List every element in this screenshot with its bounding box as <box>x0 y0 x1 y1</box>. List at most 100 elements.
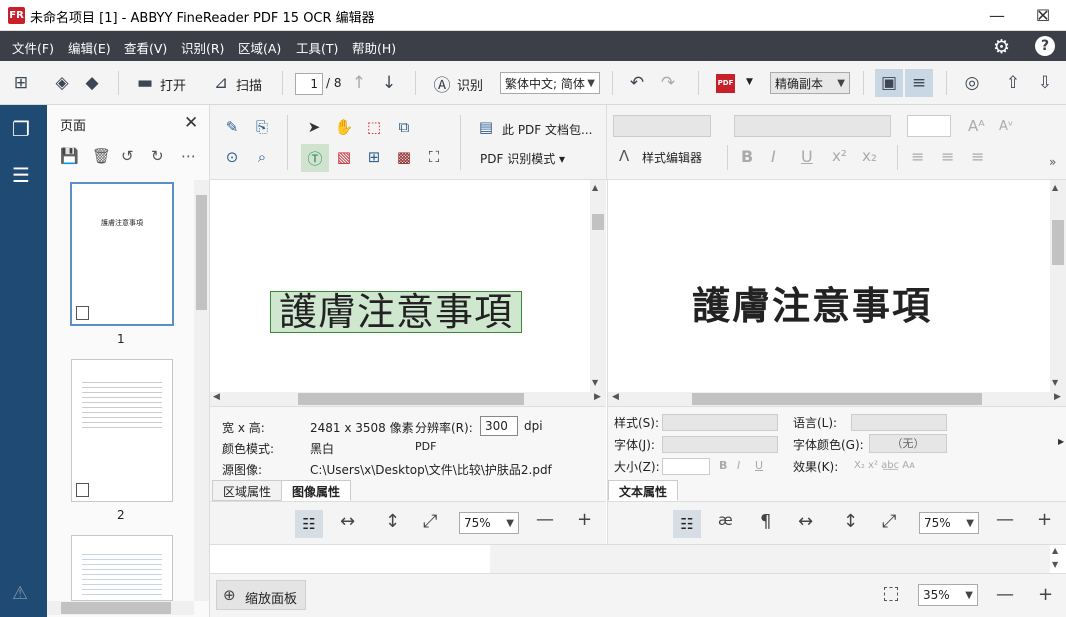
style-combo[interactable] <box>662 414 778 431</box>
pages-vertical-scrollbar[interactable] <box>194 180 209 601</box>
scrollbar-thumb[interactable] <box>61 602 171 614</box>
align-center-icon[interactable]: ≡ <box>941 147 954 166</box>
zoom-in-icon[interactable]: + <box>1037 509 1052 530</box>
delete-area-icon[interactable]: ⬚ <box>362 115 386 139</box>
page-thumbnail-2[interactable] <box>71 359 173 502</box>
toolbar-overflow-icon[interactable]: » <box>1049 155 1056 169</box>
style-editor-icon[interactable]: Ʌ <box>619 147 629 165</box>
redo-icon[interactable]: ↷ <box>656 71 680 95</box>
recognized-text[interactable]: 護膚注意事項 <box>692 275 932 330</box>
recognized-text-area[interactable]: 護膚注意事項 <box>270 291 522 333</box>
zoom-in-icon[interactable]: + <box>577 509 592 530</box>
size-combo[interactable] <box>662 458 710 475</box>
edit-image-icon[interactable]: ✎ <box>220 115 244 139</box>
scrollbar-thumb[interactable] <box>196 195 207 310</box>
minimize-button[interactable]: — <box>974 0 1020 31</box>
add-page-icon[interactable]: ⊞ <box>9 71 33 95</box>
font-color-value[interactable]: （无） <box>869 434 947 453</box>
zoom-in-icon[interactable]: + <box>1038 584 1053 605</box>
pdf-pack-button[interactable]: 此 PDF 文档包... <box>502 121 592 138</box>
font-combo[interactable] <box>662 436 778 453</box>
analyze-icon[interactable]: ⌕ <box>250 145 274 169</box>
pdf-icon[interactable]: PDF <box>716 74 735 93</box>
increase-font-icon[interactable]: Aᴬ <box>968 117 985 135</box>
scroll-left-arrow-icon[interactable]: ◀ <box>612 392 619 402</box>
more-options-icon[interactable]: ⋯ <box>181 147 196 165</box>
image-vertical-scrollbar[interactable]: ▲ ▼ <box>590 180 606 392</box>
text-view-toggle-icon[interactable]: ≡ <box>905 69 933 97</box>
page-thumbnail-1[interactable]: 護膚注意事項 <box>70 182 174 326</box>
underline-icon[interactable]: U <box>801 147 813 166</box>
text-horizontal-scrollbar[interactable]: ◀ ▶ <box>608 392 1066 406</box>
scroll-up-arrow-icon[interactable]: ▲ <box>592 183 598 192</box>
pages-horizontal-scrollbar[interactable] <box>47 601 194 615</box>
rotate-right-icon[interactable]: ↻ <box>151 147 164 165</box>
decrease-font-icon[interactable]: Aᵛ <box>999 119 1013 134</box>
pdf-dropdown-chevron-icon[interactable]: ▼ <box>746 77 753 87</box>
scroll-right-arrow-icon[interactable]: ▶ <box>594 392 601 402</box>
close-panel-icon[interactable]: ✕ <box>184 113 198 133</box>
scrollbar-thumb[interactable] <box>298 393 524 405</box>
menu-recognize[interactable]: 识别(R) <box>181 38 224 57</box>
export-up-icon[interactable]: ⇧ <box>1001 71 1025 95</box>
language-select[interactable]: 繁体中文; 简体 ▼ <box>500 72 600 94</box>
pilcrow-icon[interactable]: ¶ <box>760 511 771 532</box>
scrollbar-thumb[interactable] <box>1052 220 1064 265</box>
pdf-document-icon[interactable]: ▤ <box>474 115 498 139</box>
align-left-icon[interactable]: ≡ <box>911 147 924 166</box>
read-area-icon[interactable]: ⊙ <box>220 145 244 169</box>
menu-edit[interactable]: 编辑(E) <box>68 38 111 57</box>
italic-icon[interactable]: I <box>737 459 740 472</box>
barcode-area-icon[interactable]: ⛶ <box>422 145 446 169</box>
warning-icon[interactable]: ⚠ <box>12 583 28 604</box>
page-number-input[interactable]: 1 <box>295 73 323 95</box>
image-view-toggle-icon[interactable]: ▣ <box>875 69 903 97</box>
tab-image-properties[interactable]: 图像属性 <box>281 480 352 501</box>
scroll-up-arrow-icon[interactable]: ▲ <box>1052 546 1058 555</box>
scroll-left-arrow-icon[interactable]: ◀ <box>213 392 220 402</box>
scroll-down-arrow-icon[interactable]: ▼ <box>1052 378 1058 387</box>
open-button[interactable]: 打开 <box>160 75 186 94</box>
language-combo[interactable] <box>851 414 947 431</box>
scrollbar-thumb[interactable] <box>592 214 604 230</box>
resolution-input[interactable]: 300 <box>480 416 518 436</box>
font-size-select[interactable] <box>907 115 951 137</box>
menu-area[interactable]: 区域(A) <box>238 38 281 57</box>
save-icon[interactable]: 💾 <box>60 147 79 165</box>
table-area-icon[interactable]: ⊞ <box>362 145 386 169</box>
export-down-icon[interactable]: ⇩ <box>1033 71 1057 95</box>
scroll-down-arrow-icon[interactable]: ▼ <box>1052 560 1058 569</box>
style-editor-button[interactable]: 样式编辑器 <box>642 149 702 166</box>
text-vertical-scrollbar[interactable]: ▲ ▼ <box>1050 180 1066 392</box>
hand-pan-icon[interactable]: ✋ <box>332 115 356 139</box>
menu-tools[interactable]: 工具(T) <box>296 38 338 57</box>
select-area-icon[interactable] <box>884 587 898 601</box>
effects-icons[interactable]: X₂ x² a͟b͟c Aᴀ <box>854 460 915 471</box>
pdf-recognition-mode-button[interactable]: PDF 识别模式 ▾ <box>480 150 565 167</box>
area-props-icon[interactable]: ⧉ <box>392 115 416 139</box>
select-pointer-icon[interactable]: ➤ <box>302 115 326 139</box>
fit-width-icon[interactable]: ↔ <box>340 511 355 532</box>
menu-help[interactable]: 帮助(H) <box>352 38 396 57</box>
pages-panel-icon[interactable]: ❐ <box>12 117 34 141</box>
scroll-down-arrow-icon[interactable]: ▼ <box>592 378 598 387</box>
fit-height-icon[interactable]: ↕ <box>385 511 400 532</box>
bold-icon[interactable]: B <box>741 147 753 166</box>
fit-list-icon[interactable]: ☷ <box>673 510 701 538</box>
bold-icon[interactable]: B <box>719 459 727 472</box>
menu-file[interactable]: 文件(F) <box>12 38 54 57</box>
fit-width-icon[interactable]: ↔ <box>798 511 813 532</box>
subscript-icon[interactable]: x₂ <box>862 147 877 165</box>
output-mode-select[interactable]: 精确副本 ▼ <box>770 72 850 94</box>
zoom-out-icon[interactable]: — <box>536 509 554 530</box>
help-icon[interactable]: ? <box>1035 36 1055 56</box>
italic-icon[interactable]: I <box>771 147 776 166</box>
menu-view[interactable]: 查看(V) <box>124 38 167 57</box>
scan-icon[interactable]: ⊿ <box>209 71 233 95</box>
rotate-left-icon[interactable]: ↺ <box>121 147 134 165</box>
recognize-icon[interactable]: Ⓐ <box>430 71 454 96</box>
underline-icon[interactable]: U <box>755 459 763 472</box>
text-area-icon[interactable]: Ⓣ <box>301 144 329 172</box>
text-zoom-select[interactable]: 75% ▼ <box>919 512 979 534</box>
tab-area-properties[interactable]: 区域属性 <box>212 480 283 501</box>
